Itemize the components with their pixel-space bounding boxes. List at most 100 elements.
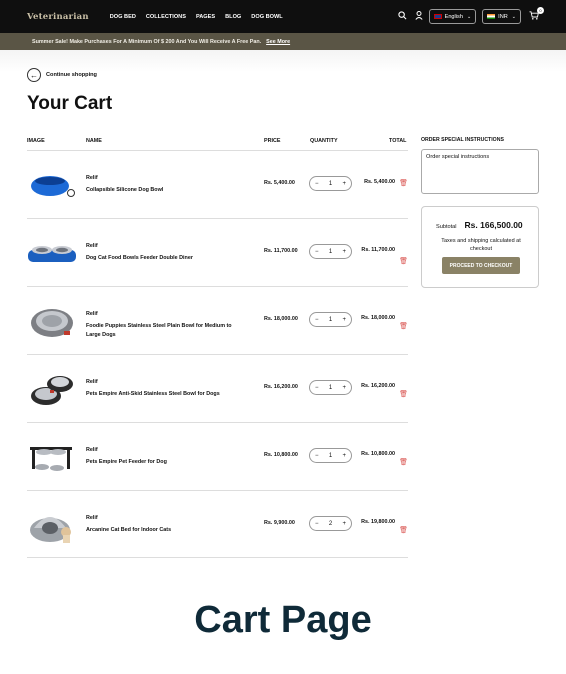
promo-banner: Summer Sale! Make Purchases For A Minimu… [0, 33, 566, 50]
cart-icon[interactable]: 0 [529, 6, 544, 23]
chevron-down-icon: ⌄ [466, 13, 472, 20]
qty-value[interactable]: 2 [329, 521, 332, 527]
cart-row: Relif Collapsible Silicone Dog Bowl Rs. … [27, 150, 408, 218]
checkout-button[interactable]: PROCEED TO CHECKOUT [442, 257, 520, 274]
line-total: Rs. 16,200.00 [361, 383, 395, 389]
product-name[interactable]: Collapsible Silicone Dog Bowl [86, 186, 246, 195]
line-total: Rs. 11,700.00 [361, 247, 395, 253]
cart-row: Relif Pets Empire Pet Feeder for Dog Rs.… [27, 422, 408, 490]
product-image-double-diner[interactable] [27, 237, 77, 271]
product-price: Rs. 10,800.00 [264, 452, 298, 458]
product-price: Rs. 16,200.00 [264, 384, 298, 390]
decrease-qty-button[interactable]: − [315, 453, 319, 459]
decrease-qty-button[interactable]: − [315, 385, 319, 391]
quantity-stepper: − 1 + [309, 380, 352, 395]
top-nav: Veterinarian DOG BED COLLECTIONS PAGES B… [0, 0, 566, 33]
product-name[interactable]: Foodie Puppies Stainless Steel Plain Bow… [86, 322, 246, 340]
site-logo[interactable]: Veterinarian [27, 12, 89, 22]
product-name[interactable]: Arcanine Cat Bed for Indoor Cats [86, 526, 246, 535]
user-icon[interactable] [415, 11, 423, 22]
subtotal-value: Rs. 166,500.00 [464, 220, 523, 230]
continue-shopping-label: Continue shopping [46, 72, 97, 78]
quantity-stepper: − 1 + [309, 448, 352, 463]
product-brand: Relif [86, 447, 98, 453]
product-price: Rs. 11,700.00 [264, 248, 298, 254]
quantity-stepper: − 1 + [309, 312, 352, 327]
line-total: Rs. 18,000.00 [361, 315, 395, 321]
cart-row: Relif Pets Empire Anti-Skid Stainless St… [27, 354, 408, 422]
nav-link-pages[interactable]: PAGES [196, 14, 215, 20]
decrease-qty-button[interactable]: − [315, 317, 319, 323]
language-label: English [444, 13, 463, 20]
see-more-link[interactable]: See More [266, 39, 290, 45]
product-price: Rs. 9,900.00 [264, 520, 295, 526]
order-summary: Subtotal Rs. 166,500.00 Taxes and shippi… [421, 206, 539, 288]
nav-link-dog-bed[interactable]: DOG BED [110, 14, 136, 20]
product-name[interactable]: Pets Empire Pet Feeder for Dog [86, 458, 246, 467]
nav-actions: English ⌄ INR ⌄ 0 [390, 6, 544, 24]
subtotal-label: Subtotal [436, 224, 457, 230]
special-instructions-input[interactable]: Order special instructions [421, 149, 539, 194]
qty-value[interactable]: 1 [329, 385, 332, 391]
nav-link-blog[interactable]: BLOG [225, 14, 241, 20]
currency-selector[interactable]: INR ⌄ [482, 9, 521, 24]
decrease-qty-button[interactable]: − [315, 181, 319, 187]
product-price: Rs. 18,000.00 [264, 316, 298, 322]
trash-icon[interactable]: 🗑 [399, 257, 408, 265]
tax-note: Taxes and shipping calculated at checkou… [441, 238, 521, 252]
header-total: TOTAL [389, 138, 407, 144]
increase-qty-button[interactable]: + [342, 181, 346, 187]
product-image-cat-bed[interactable] [27, 509, 77, 543]
product-brand: Relif [86, 515, 98, 521]
trash-icon[interactable]: 🗑 [399, 390, 408, 398]
increase-qty-button[interactable]: + [342, 317, 346, 323]
decrease-qty-button[interactable]: − [315, 521, 319, 527]
product-brand: Relif [86, 175, 98, 181]
increase-qty-button[interactable]: + [342, 453, 346, 459]
quantity-stepper: − 2 + [309, 516, 352, 531]
cart-page: ← Continue shopping Your Cart IMAGE NAME… [0, 50, 566, 566]
trash-icon[interactable]: 🗑 [399, 458, 408, 466]
trash-icon[interactable]: 🗑 [399, 179, 408, 187]
special-instructions-title: ORDER SPECIAL INSTRUCTIONS [421, 137, 504, 143]
product-image-anti-skid-bowl[interactable] [27, 373, 77, 407]
line-total: Rs. 10,800.00 [361, 451, 395, 457]
currency-label: INR [498, 13, 508, 20]
continue-shopping-link[interactable]: ← Continue shopping [27, 68, 97, 82]
cart-row: Relif Dog Cat Food Bowls Feeder Double D… [27, 218, 408, 286]
cart-count-badge: 0 [537, 6, 544, 14]
header-price: PRICE [264, 138, 281, 144]
increase-qty-button[interactable]: + [342, 249, 346, 255]
product-image-collapsible-bowl[interactable] [27, 169, 77, 203]
language-selector[interactable]: English ⌄ [428, 9, 477, 24]
nav-links: DOG BED COLLECTIONS PAGES BLOG DOG BOWL [110, 14, 293, 20]
search-icon[interactable] [397, 11, 407, 22]
product-brand: Relif [86, 311, 98, 317]
header-name: NAME [86, 138, 102, 144]
product-name[interactable]: Dog Cat Food Bowls Feeder Double Diner [86, 254, 246, 263]
increase-qty-button[interactable]: + [342, 521, 346, 527]
product-image-steel-bowl[interactable] [27, 305, 77, 339]
product-brand: Relif [86, 243, 98, 249]
product-image-pet-feeder[interactable] [27, 441, 77, 475]
chevron-down-icon: ⌄ [511, 13, 516, 20]
nav-link-dog-bowl[interactable]: DOG BOWL [251, 14, 282, 20]
nav-link-collections[interactable]: COLLECTIONS [146, 14, 186, 20]
line-total: Rs. 19,800.00 [361, 519, 395, 525]
quantity-stepper: − 1 + [309, 244, 352, 259]
product-brand: Relif [86, 379, 98, 385]
increase-qty-button[interactable]: + [342, 385, 346, 391]
quantity-stepper: − 1 + [309, 176, 352, 191]
qty-value[interactable]: 1 [329, 249, 332, 255]
arrow-left-icon: ← [27, 68, 41, 82]
trash-icon[interactable]: 🗑 [399, 526, 408, 534]
uk-flag-icon [433, 14, 442, 19]
decrease-qty-button[interactable]: − [315, 249, 319, 255]
product-name[interactable]: Pets Empire Anti-Skid Stainless Steel Bo… [86, 390, 246, 399]
cart-row: Relif Arcanine Cat Bed for Indoor Cats R… [27, 490, 408, 558]
qty-value[interactable]: 1 [329, 181, 332, 187]
qty-value[interactable]: 1 [329, 453, 332, 459]
trash-icon[interactable]: 🗑 [399, 322, 408, 330]
header-image: IMAGE [27, 138, 45, 144]
qty-value[interactable]: 1 [329, 317, 332, 323]
